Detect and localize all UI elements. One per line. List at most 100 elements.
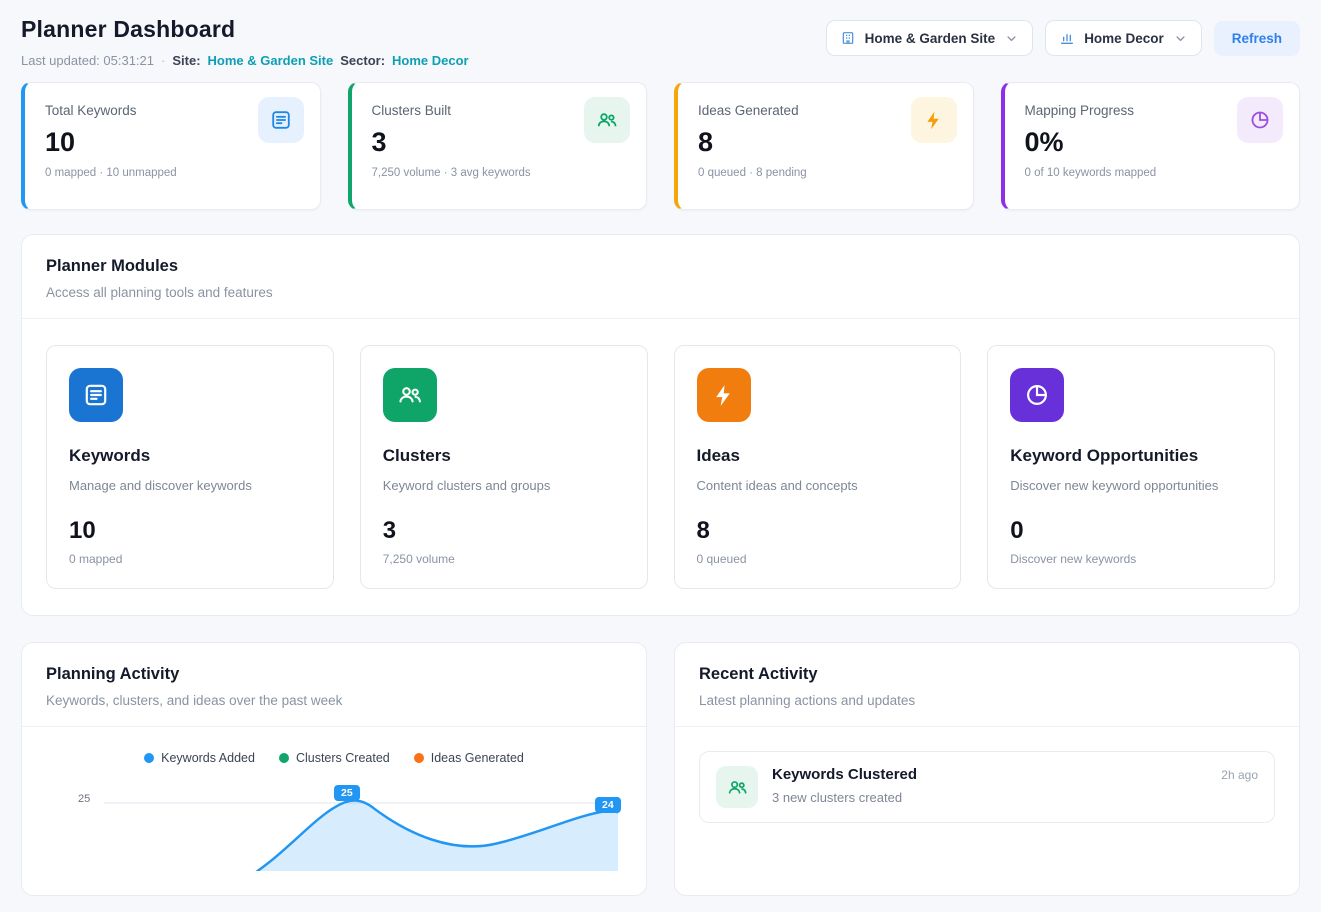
legend-item-clusters-created: Clusters Created: [279, 751, 390, 765]
stat-sub: 0 of 10 keywords mapped: [1025, 167, 1284, 179]
module-title: Keywords: [69, 446, 311, 466]
recent-activity-body: Keywords Clustered 3 new clusters create…: [675, 727, 1299, 847]
module-title: Keyword Opportunities: [1010, 446, 1252, 466]
module-sub: 7,250 volume: [383, 552, 625, 566]
module-sub: 0 mapped: [69, 552, 311, 566]
lightning-icon: [911, 97, 957, 143]
header-left: Planner Dashboard Last updated: 05:31:21…: [21, 16, 469, 68]
stat-label: Mapping Progress: [1025, 103, 1135, 118]
activity-item-keywords-clustered[interactable]: Keywords Clustered 3 new clusters create…: [699, 751, 1275, 823]
recent-activity-header: Recent Activity Latest planning actions …: [675, 643, 1299, 727]
sector-selector-dropdown[interactable]: Home Decor: [1045, 20, 1202, 56]
stats-row: Total Keywords 10 0 mapped · 10 unmapped…: [21, 82, 1300, 210]
chevron-down-icon: [1173, 31, 1188, 46]
module-card-keyword-opportunities[interactable]: Keyword Opportunities Discover new keywo…: [987, 345, 1275, 589]
y-axis-tick: 25: [78, 793, 90, 805]
module-title: Clusters: [383, 446, 625, 466]
stat-card-mapping-progress: Mapping Progress 0% 0 of 10 keywords map…: [1001, 82, 1301, 210]
chart-legend: Keywords Added Clusters Created Ideas Ge…: [46, 751, 622, 765]
last-updated-text: Last updated: 05:31:21: [21, 53, 154, 68]
section-subtitle: Access all planning tools and features: [46, 285, 1275, 300]
site-selector-dropdown[interactable]: Home & Garden Site: [826, 20, 1034, 56]
site-selector-label: Home & Garden Site: [865, 31, 996, 46]
stat-card-total-keywords: Total Keywords 10 0 mapped · 10 unmapped: [21, 82, 321, 210]
planner-modules-header: Planner Modules Access all planning tool…: [22, 235, 1299, 319]
module-card-ideas[interactable]: Ideas Content ideas and concepts 8 0 que…: [674, 345, 962, 589]
module-value: 0: [1010, 517, 1252, 545]
stat-value: 0%: [1025, 127, 1135, 158]
chart-canvas: [104, 781, 618, 871]
legend-dot-blue: [144, 753, 154, 763]
stat-sub: 7,250 volume · 3 avg keywords: [372, 167, 631, 179]
section-title: Planner Modules: [46, 257, 1275, 276]
planning-activity-header: Planning Activity Keywords, clusters, an…: [22, 643, 646, 727]
site-link[interactable]: Home & Garden Site: [208, 53, 334, 68]
legend-item-keywords-added: Keywords Added: [144, 751, 255, 765]
sector-label: Sector:: [340, 53, 385, 68]
section-title: Planning Activity: [46, 665, 622, 684]
stat-sub: 0 mapped · 10 unmapped: [45, 167, 304, 179]
bottom-row: Planning Activity Keywords, clusters, an…: [21, 642, 1300, 896]
refresh-button[interactable]: Refresh: [1214, 21, 1300, 56]
building-icon: [840, 30, 856, 46]
sector-selector-label: Home Decor: [1084, 31, 1164, 46]
section-subtitle: Keywords, clusters, and ideas over the p…: [46, 693, 622, 708]
legend-dot-green: [279, 753, 289, 763]
chevron-down-icon: [1004, 31, 1019, 46]
modules-grid: Keywords Manage and discover keywords 10…: [22, 319, 1299, 615]
module-card-keywords[interactable]: Keywords Manage and discover keywords 10…: [46, 345, 334, 589]
stat-value: 10: [45, 127, 137, 158]
users-icon: [716, 766, 758, 808]
module-card-clusters[interactable]: Clusters Keyword clusters and groups 3 7…: [360, 345, 648, 589]
site-label: Site:: [172, 53, 200, 68]
users-icon: [383, 368, 437, 422]
stat-label: Total Keywords: [45, 103, 137, 118]
recent-activity-panel: Recent Activity Latest planning actions …: [674, 642, 1300, 896]
module-sub: Discover new keywords: [1010, 552, 1252, 566]
activity-description: 3 new clusters created: [772, 790, 917, 805]
module-description: Keyword clusters and groups: [383, 478, 625, 493]
pie-chart-icon: [1010, 368, 1064, 422]
legend-item-ideas-generated: Ideas Generated: [414, 751, 524, 765]
legend-dot-orange: [414, 753, 424, 763]
stat-card-ideas-generated: Ideas Generated 8 0 queued · 8 pending: [674, 82, 974, 210]
data-point-label: 24: [595, 797, 621, 813]
page-title: Planner Dashboard: [21, 16, 469, 43]
page-header: Planner Dashboard Last updated: 05:31:21…: [21, 16, 1300, 68]
users-icon: [584, 97, 630, 143]
planner-modules-panel: Planner Modules Access all planning tool…: [21, 234, 1300, 616]
meta-separator: ·: [161, 53, 165, 68]
section-title: Recent Activity: [699, 665, 1275, 684]
activity-title: Keywords Clustered: [772, 766, 917, 783]
stat-label: Ideas Generated: [698, 103, 799, 118]
module-value: 8: [697, 517, 939, 545]
module-title: Ideas: [697, 446, 939, 466]
meta-line: Last updated: 05:31:21 · Site: Home & Ga…: [21, 53, 469, 68]
module-value: 3: [383, 517, 625, 545]
module-value: 10: [69, 517, 311, 545]
module-description: Content ideas and concepts: [697, 478, 939, 493]
stat-label: Clusters Built: [372, 103, 452, 118]
pie-chart-icon: [1237, 97, 1283, 143]
legend-label: Ideas Generated: [431, 751, 524, 765]
stat-value: 3: [372, 127, 452, 158]
planning-activity-panel: Planning Activity Keywords, clusters, an…: [21, 642, 647, 896]
sector-link[interactable]: Home Decor: [392, 53, 469, 68]
bar-chart-icon: [1059, 30, 1075, 46]
lightning-icon: [697, 368, 751, 422]
legend-label: Clusters Created: [296, 751, 390, 765]
module-description: Manage and discover keywords: [69, 478, 311, 493]
planning-activity-body: Keywords Added Clusters Created Ideas Ge…: [22, 727, 646, 895]
activity-text: Keywords Clustered 3 new clusters create…: [772, 766, 917, 805]
line-chart[interactable]: 25 25 24: [46, 781, 622, 871]
section-subtitle: Latest planning actions and updates: [699, 693, 1275, 708]
legend-label: Keywords Added: [161, 751, 255, 765]
header-controls: Home & Garden Site Home Decor Refresh: [826, 20, 1300, 56]
document-icon: [69, 368, 123, 422]
module-sub: 0 queued: [697, 552, 939, 566]
stat-sub: 0 queued · 8 pending: [698, 167, 957, 179]
stat-value: 8: [698, 127, 799, 158]
activity-timestamp: 2h ago: [1221, 766, 1258, 782]
data-point-label: 25: [334, 785, 360, 801]
stat-card-clusters-built: Clusters Built 3 7,250 volume · 3 avg ke…: [348, 82, 648, 210]
